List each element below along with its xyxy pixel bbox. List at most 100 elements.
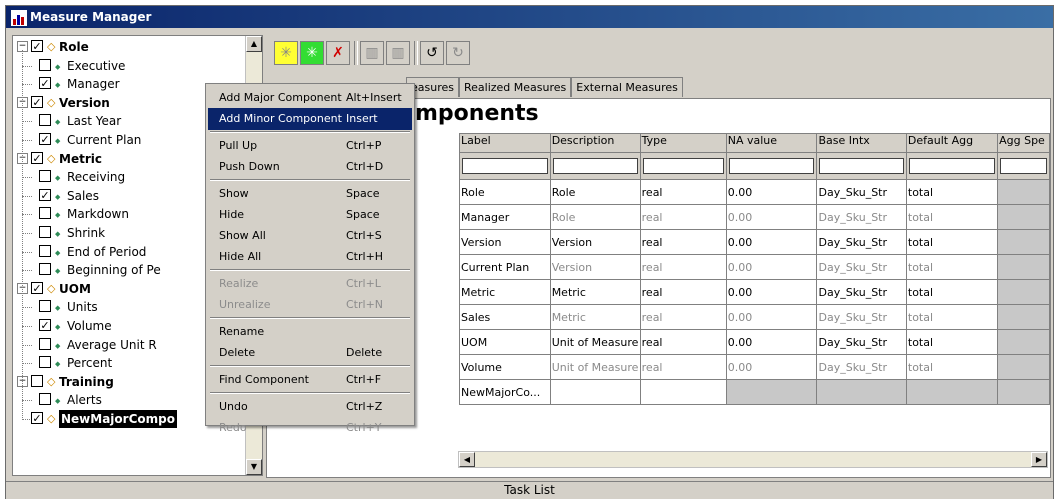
menu-item-delete[interactable]: Delete Delete: [208, 342, 412, 364]
column-header[interactable]: Type: [639, 133, 727, 153]
table-cell[interactable]: total: [905, 229, 999, 255]
table-cell[interactable]: real: [639, 279, 727, 305]
menu-item-show[interactable]: Show Space: [208, 183, 412, 205]
checkbox[interactable]: ✓: [39, 133, 51, 145]
table-cell[interactable]: Day_Sku_Str: [816, 354, 907, 380]
table-row[interactable]: Version Version real 0.00 Day_Sku_Str total: [459, 229, 1050, 255]
table-cell[interactable]: 0.00: [725, 354, 818, 380]
table-cell[interactable]: [997, 279, 1050, 305]
table-row[interactable]: UOM Unit of Measure real 0.00 Day_Sku_Str tot…: [459, 329, 1050, 355]
scroll-left-icon[interactable]: ◀: [459, 452, 475, 467]
table-cell[interactable]: UOM: [459, 329, 551, 355]
filter-input[interactable]: [819, 158, 904, 174]
tree-node[interactable]: ◆ Executive: [13, 57, 247, 75]
table-row[interactable]: Manager Role real 0.00 Day_Sku_Str total: [459, 204, 1050, 230]
menu-item-rename[interactable]: Rename: [208, 321, 412, 343]
table-cell[interactable]: 0.00: [725, 179, 818, 205]
add-minor-icon[interactable]: ✳: [300, 41, 324, 65]
menu-item-hide[interactable]: Hide Space: [208, 204, 412, 226]
table-cell[interactable]: [905, 379, 999, 405]
table-cell[interactable]: 0.00: [725, 304, 818, 330]
table-cell[interactable]: [997, 179, 1050, 205]
table-cell[interactable]: [997, 254, 1050, 280]
checkbox[interactable]: [39, 58, 51, 71]
checkbox[interactable]: ✓: [31, 412, 43, 424]
checkbox[interactable]: [39, 114, 51, 127]
table-cell[interactable]: total: [905, 179, 999, 205]
checkbox[interactable]: ✓: [39, 319, 51, 331]
table-cell[interactable]: [997, 329, 1050, 355]
table-cell[interactable]: total: [905, 254, 999, 280]
checkbox[interactable]: [39, 356, 51, 369]
table-cell[interactable]: [997, 379, 1050, 405]
table-cell[interactable]: [997, 304, 1050, 330]
table-cell[interactable]: Day_Sku_Str: [816, 254, 907, 280]
tree-node[interactable]: − ✓ ◇ Role: [13, 38, 247, 56]
table-cell[interactable]: Role: [459, 179, 551, 205]
undo-icon[interactable]: ↺: [420, 41, 444, 65]
checkbox[interactable]: ✓: [31, 281, 43, 294]
checkbox[interactable]: [39, 263, 51, 276]
table-cell[interactable]: 0.00: [725, 254, 818, 280]
menu-item-undo[interactable]: Undo Ctrl+Z: [208, 396, 412, 418]
checkbox[interactable]: ✓: [39, 77, 51, 90]
table-cell[interactable]: real: [639, 204, 727, 230]
filter-input[interactable]: [642, 158, 724, 174]
filter-input[interactable]: [908, 158, 996, 174]
checkbox[interactable]: ✓: [39, 188, 51, 201]
column-header[interactable]: Base Intx: [816, 133, 907, 153]
table-cell[interactable]: Version: [549, 254, 641, 280]
menu-item-push-down[interactable]: Push Down Ctrl+D: [208, 156, 412, 178]
checkbox[interactable]: [39, 207, 51, 220]
filter-input[interactable]: [552, 158, 638, 174]
menu-item-add-minor-component[interactable]: Add Minor Component Insert: [208, 108, 412, 130]
checkbox[interactable]: ✓: [31, 40, 43, 52]
checkbox[interactable]: [39, 337, 51, 350]
checkbox[interactable]: [39, 244, 51, 257]
menu-item-find-component[interactable]: Find Component Ctrl+F: [208, 369, 412, 391]
checkbox[interactable]: ✓: [31, 151, 43, 164]
column-header[interactable]: Default Agg: [905, 133, 999, 153]
scroll-up-icon[interactable]: ▲: [246, 36, 262, 52]
column-header[interactable]: Label: [459, 133, 551, 153]
table-cell[interactable]: real: [639, 329, 727, 355]
table-cell[interactable]: [997, 204, 1050, 230]
table-cell[interactable]: 0.00: [725, 204, 818, 230]
add-major-icon[interactable]: ✳: [274, 41, 298, 65]
table-row[interactable]: NewMajorCo...: [459, 379, 1050, 405]
table-cell[interactable]: NewMajorCo...: [459, 379, 551, 405]
filter-input[interactable]: [728, 158, 815, 174]
table-cell[interactable]: [639, 379, 727, 405]
redo-icon[interactable]: ↻: [446, 41, 470, 65]
checkbox[interactable]: [39, 170, 51, 183]
table-cell[interactable]: Sales: [459, 304, 551, 330]
table-cell[interactable]: Unit of Measure: [549, 354, 641, 380]
table-cell[interactable]: Day_Sku_Str: [816, 304, 907, 330]
table-cell[interactable]: Metric: [549, 279, 641, 305]
scroll-right-icon[interactable]: ▶: [1031, 452, 1047, 467]
table-cell[interactable]: Day_Sku_Str: [816, 229, 907, 255]
table-cell[interactable]: total: [905, 304, 999, 330]
table-cell[interactable]: real: [639, 354, 727, 380]
checkbox[interactable]: [39, 300, 51, 313]
column-header[interactable]: Agg Spe: [997, 133, 1050, 153]
table-cell[interactable]: Unit of Measure: [549, 329, 641, 355]
table-cell[interactable]: Role: [549, 204, 641, 230]
scroll-down-icon[interactable]: ▼: [246, 459, 262, 475]
checkbox[interactable]: [39, 226, 51, 238]
table-cell[interactable]: [816, 379, 907, 405]
table-cell[interactable]: Day_Sku_Str: [816, 329, 907, 355]
table-cell[interactable]: Current Plan: [459, 254, 551, 280]
delete-icon[interactable]: ✗: [326, 41, 350, 65]
filter-input[interactable]: [1000, 158, 1047, 174]
menu-item-show-all[interactable]: Show All Ctrl+S: [208, 225, 412, 247]
table-cell[interactable]: 0.00: [725, 329, 818, 355]
tab-external-measures[interactable]: External Measures: [571, 77, 683, 97]
table-cell[interactable]: Version: [549, 229, 641, 255]
table-cell[interactable]: total: [905, 279, 999, 305]
table-cell[interactable]: real: [639, 179, 727, 205]
unrealize-icon[interactable]: ▥: [386, 41, 410, 65]
table-cell[interactable]: Metric: [549, 304, 641, 330]
table-cell[interactable]: Manager: [459, 204, 551, 230]
table-cell[interactable]: 0.00: [725, 279, 818, 305]
